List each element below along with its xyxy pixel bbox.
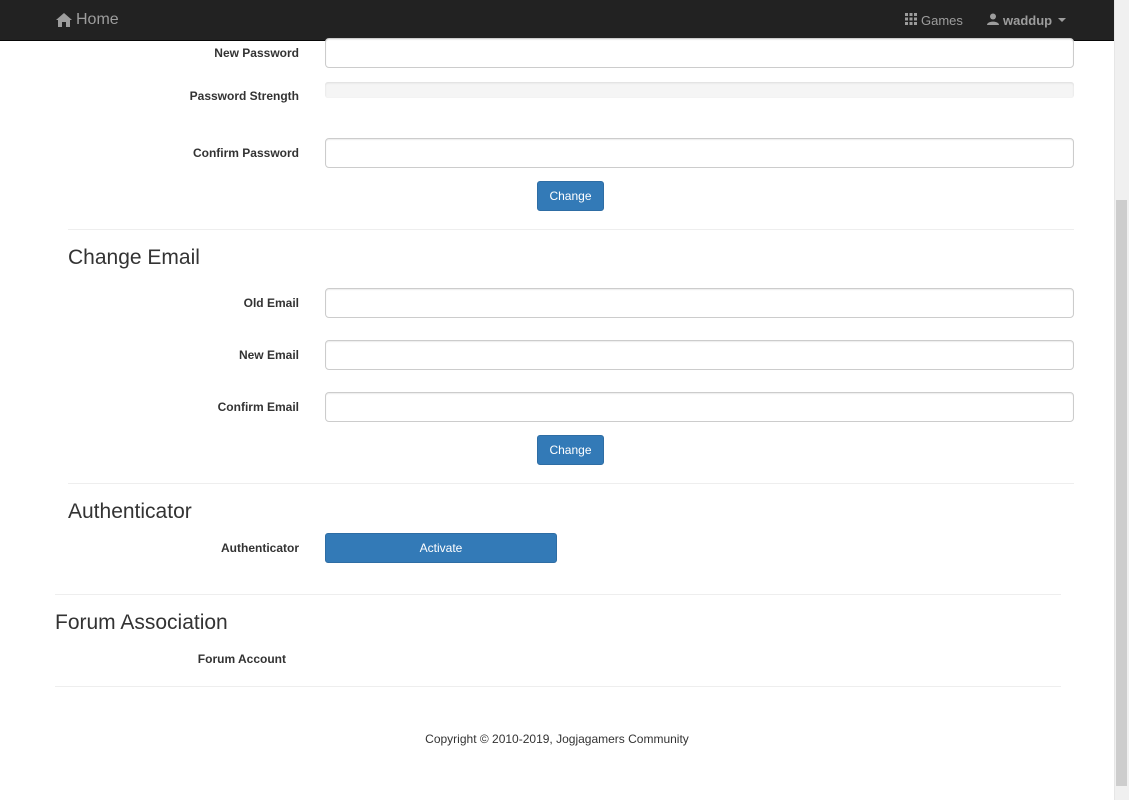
change-password-button[interactable]: Change bbox=[537, 181, 604, 211]
games-link[interactable]: Games bbox=[905, 11, 963, 29]
authenticator-label: Authenticator bbox=[221, 541, 299, 555]
password-strength-bar bbox=[325, 82, 1074, 98]
home-icon bbox=[55, 12, 73, 28]
old-email-input[interactable] bbox=[325, 288, 1074, 318]
section-divider bbox=[68, 483, 1074, 484]
forum-association-heading: Forum Association bbox=[55, 611, 228, 634]
section-divider bbox=[68, 229, 1074, 230]
top-navbar: Home Games waddup bbox=[0, 0, 1114, 41]
new-email-input[interactable] bbox=[325, 340, 1074, 370]
games-label: Games bbox=[921, 12, 963, 28]
section-divider bbox=[55, 594, 1061, 595]
old-email-label: Old Email bbox=[243, 296, 299, 310]
forum-account-label: Forum Account bbox=[197, 652, 286, 666]
section-divider bbox=[55, 686, 1061, 687]
confirm-email-input[interactable] bbox=[325, 392, 1074, 422]
new-email-label: New Email bbox=[238, 348, 299, 362]
user-menu-dropdown[interactable]: waddup bbox=[987, 11, 1067, 29]
home-label: Home bbox=[76, 11, 119, 28]
footer-copyright: Copyright © 2010-2019, Jogjagamers Commu… bbox=[425, 732, 689, 746]
home-link[interactable]: Home bbox=[55, 9, 119, 31]
activate-authenticator-button[interactable]: Activate bbox=[325, 533, 557, 563]
confirm-password-input[interactable] bbox=[325, 138, 1074, 168]
grid-icon bbox=[905, 12, 917, 28]
confirm-password-label: Confirm Password bbox=[192, 146, 299, 160]
authenticator-heading: Authenticator bbox=[68, 500, 192, 523]
password-strength-label: Password Strength bbox=[189, 89, 299, 103]
change-email-button[interactable]: Change bbox=[537, 435, 604, 465]
new-password-label: New Password bbox=[214, 46, 299, 60]
new-password-input[interactable] bbox=[325, 38, 1074, 68]
scrollbar-thumb[interactable] bbox=[1116, 200, 1127, 786]
user-icon bbox=[987, 13, 999, 28]
change-email-heading: Change Email bbox=[68, 246, 200, 269]
username-label: waddup bbox=[1003, 12, 1053, 28]
chevron-down-icon bbox=[1058, 18, 1067, 22]
confirm-email-label: Confirm Email bbox=[217, 400, 299, 414]
